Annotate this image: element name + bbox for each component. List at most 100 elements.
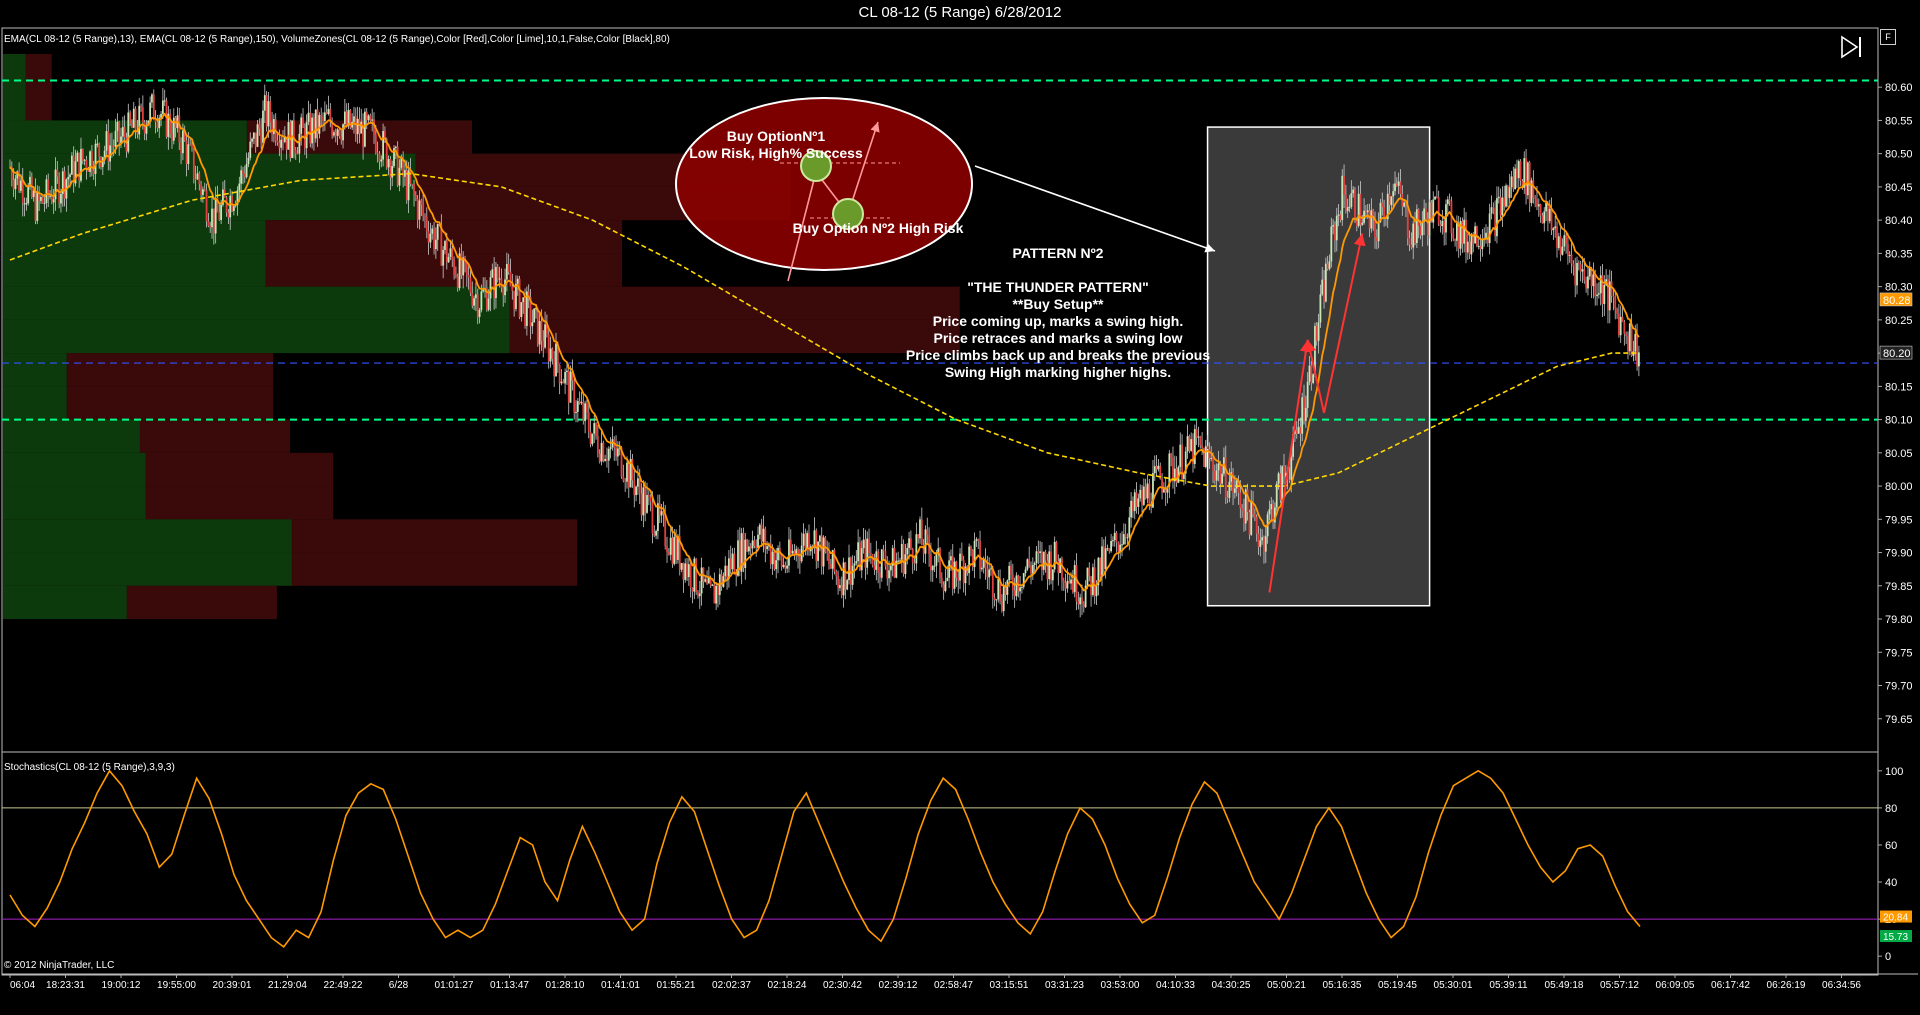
candle-body xyxy=(505,263,508,280)
candle-body xyxy=(293,120,295,151)
candle-body xyxy=(1370,210,1373,229)
candle-body xyxy=(997,578,1000,600)
candle-body xyxy=(782,564,785,567)
x-tick-label: 06:26:19 xyxy=(1767,980,1806,991)
candle-body xyxy=(607,448,610,461)
volume-zone-buy xyxy=(3,319,510,354)
candle-body xyxy=(1153,466,1156,474)
candle-body xyxy=(1295,430,1298,434)
candle-body xyxy=(1539,204,1542,216)
candle-body xyxy=(673,536,676,564)
candle-body xyxy=(1621,316,1624,323)
candle-body xyxy=(950,556,952,561)
candle-body xyxy=(1443,220,1446,233)
candle-body xyxy=(1259,540,1262,547)
candle-body xyxy=(578,401,581,404)
candle-body xyxy=(298,133,301,154)
candle-body xyxy=(1414,223,1416,244)
candle-body xyxy=(40,197,42,201)
candle-body xyxy=(544,324,546,348)
candle-body xyxy=(864,539,867,568)
candle-body xyxy=(733,553,736,575)
candle-body xyxy=(1617,313,1620,336)
candle-body xyxy=(1146,483,1149,499)
skip-to-end-button[interactable] xyxy=(1838,34,1864,60)
candle-body xyxy=(263,95,266,111)
candle-body xyxy=(21,180,24,204)
candle-body xyxy=(1412,223,1415,248)
candle-body xyxy=(50,195,53,203)
candle-body xyxy=(788,539,790,566)
candle-body xyxy=(842,562,845,596)
x-tick-label: 03:53:00 xyxy=(1101,980,1140,991)
pattern-highlight-box xyxy=(1206,126,1431,607)
candle-body xyxy=(586,403,588,413)
candle-body xyxy=(524,297,526,326)
candle-body xyxy=(278,142,281,148)
candle-body xyxy=(979,540,981,570)
candle-body xyxy=(49,195,51,197)
stochastic-y-tick-label: 0 xyxy=(1885,951,1891,963)
candle-body xyxy=(1224,457,1227,498)
candle-body xyxy=(1516,168,1518,179)
candle-body xyxy=(327,108,330,114)
candle-body xyxy=(131,123,133,128)
candle-body xyxy=(320,115,323,117)
candle-body xyxy=(631,458,634,481)
candle-body xyxy=(189,144,192,146)
candle-body xyxy=(1348,206,1351,208)
candle-body xyxy=(1341,175,1344,221)
candle-body xyxy=(1324,263,1327,302)
candle-body xyxy=(1268,509,1271,515)
candle-body xyxy=(156,121,159,129)
candle-body xyxy=(1547,202,1549,222)
candle-body xyxy=(1013,590,1016,597)
candle-body xyxy=(1051,569,1054,581)
candle-body xyxy=(1304,407,1307,421)
candle-body xyxy=(205,190,208,222)
chart-area[interactable]: 80.60 80.55 80.50 80.45 80.40 80.35 80.30 80.25… xyxy=(0,26,1920,1015)
candle-body xyxy=(1581,269,1584,272)
candle-body xyxy=(1137,498,1140,507)
x-tick-label: 05:39:11 xyxy=(1489,980,1528,991)
candle-body xyxy=(1559,236,1562,255)
candle-body xyxy=(575,411,577,413)
candle-body xyxy=(680,563,683,570)
x-tick-label: 19:55:00 xyxy=(157,980,196,991)
candle-body xyxy=(92,170,95,174)
candle-body xyxy=(1117,542,1120,552)
candle-body xyxy=(380,159,383,162)
candle-body xyxy=(214,197,217,234)
corner-button[interactable]: F xyxy=(1880,29,1896,45)
candle-body xyxy=(1354,189,1356,220)
price-y-tick-label: 80.35 xyxy=(1885,248,1913,260)
candle-body xyxy=(1068,580,1071,584)
candle-body xyxy=(1337,214,1340,216)
stochastic-line xyxy=(9,769,1641,949)
price-y-tick-label: 79.65 xyxy=(1885,714,1913,726)
candle-body xyxy=(1501,197,1504,216)
candle-body xyxy=(1112,540,1114,542)
candle-body xyxy=(1614,297,1617,309)
candle-body xyxy=(937,548,940,553)
candle-body xyxy=(256,124,259,147)
candle-body xyxy=(247,157,250,165)
candle-body xyxy=(582,402,585,421)
price-y-tick-label: 80.45 xyxy=(1885,182,1913,194)
candle-body xyxy=(325,112,328,114)
candle-body xyxy=(835,571,838,577)
candle-body xyxy=(112,146,115,148)
candle-body xyxy=(837,576,839,589)
candle-body xyxy=(666,546,668,553)
candle-body xyxy=(1306,381,1309,408)
candle-body xyxy=(1454,238,1456,241)
candle-body xyxy=(1532,180,1535,198)
candle-body xyxy=(473,298,475,306)
candle-body xyxy=(1263,537,1265,552)
candle-body xyxy=(616,448,619,457)
candle-body xyxy=(713,584,716,604)
candle-body xyxy=(551,348,554,359)
candle-body xyxy=(1583,269,1586,281)
candle-body xyxy=(76,152,79,162)
candle-body xyxy=(364,111,366,147)
